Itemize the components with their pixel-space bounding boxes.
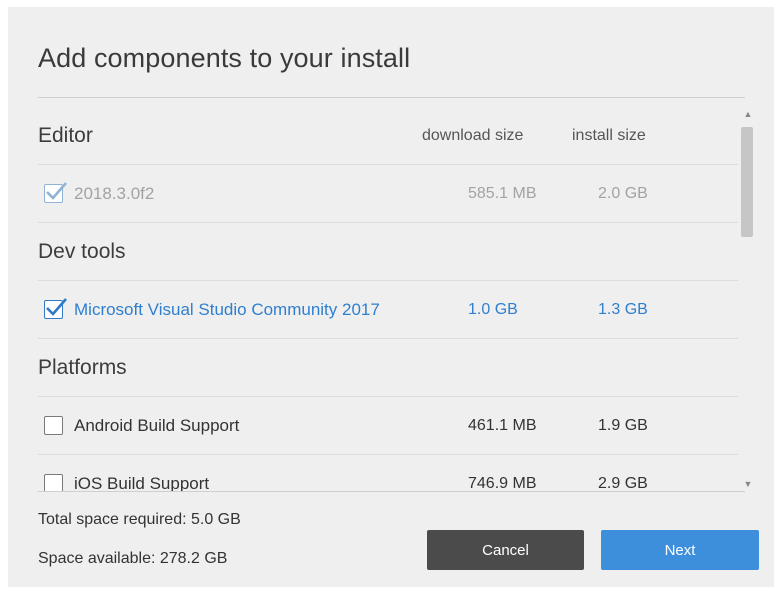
scrollbar-thumb[interactable] (741, 127, 753, 237)
section-header-platforms: Platforms (38, 339, 738, 397)
download-size: 461.1 MB (468, 416, 537, 434)
install-size: 2.0 GB (598, 184, 648, 202)
scroll-up-icon[interactable]: ▲ (742, 109, 754, 119)
component-row-android[interactable]: Android Build Support 461.1 MB 1.9 GB (38, 397, 738, 455)
total-space-required: Total space required: 5.0 GB (38, 511, 241, 528)
components-list: Editor download size install size 2018.3… (38, 107, 738, 491)
checkmark-icon (46, 298, 67, 316)
column-header-install: install size (572, 126, 646, 144)
scroll-down-icon[interactable]: ▼ (742, 479, 754, 489)
ios-checkbox[interactable] (44, 474, 63, 491)
dialog-title: Add components to your install (38, 43, 411, 73)
list-scrollbar[interactable]: ▲ ▼ (738, 107, 758, 493)
section-header-editor: Editor download size install size (38, 107, 738, 165)
install-size: 1.9 GB (598, 416, 648, 434)
component-row-visual-studio[interactable]: Microsoft Visual Studio Community 2017 1… (38, 281, 738, 339)
list-bottom-divider (38, 491, 745, 492)
checkmark-icon (46, 182, 67, 200)
next-button[interactable]: Next (601, 530, 759, 570)
download-size: 1.0 GB (468, 300, 518, 318)
section-title-editor: Editor (38, 123, 93, 147)
download-size: 746.9 MB (468, 474, 537, 492)
cancel-button[interactable]: Cancel (427, 530, 584, 570)
android-checkbox[interactable] (44, 416, 63, 435)
visual-studio-checkbox[interactable] (44, 298, 67, 319)
column-header-download: download size (422, 126, 524, 144)
space-available: Space available: 278.2 GB (38, 550, 228, 567)
section-title-dev-tools: Dev tools (38, 239, 126, 263)
component-label[interactable]: Microsoft Visual Studio Community 2017 (74, 300, 380, 320)
component-label: 2018.3.0f2 (74, 183, 155, 203)
download-size: 585.1 MB (468, 184, 537, 202)
install-size: 2.9 GB (598, 474, 648, 492)
add-components-dialog: Add components to your install Editor do… (8, 7, 774, 587)
section-header-dev-tools: Dev tools (38, 223, 738, 281)
component-label[interactable]: Android Build Support (74, 416, 239, 436)
title-divider (38, 97, 745, 98)
component-row-ios[interactable]: iOS Build Support 746.9 MB 2.9 GB (38, 455, 738, 491)
component-row-editor: 2018.3.0f2 585.1 MB 2.0 GB (38, 165, 738, 223)
component-label[interactable]: iOS Build Support (74, 474, 209, 492)
editor-checkbox (44, 182, 67, 203)
install-size: 1.3 GB (598, 300, 648, 318)
section-title-platforms: Platforms (38, 355, 127, 379)
